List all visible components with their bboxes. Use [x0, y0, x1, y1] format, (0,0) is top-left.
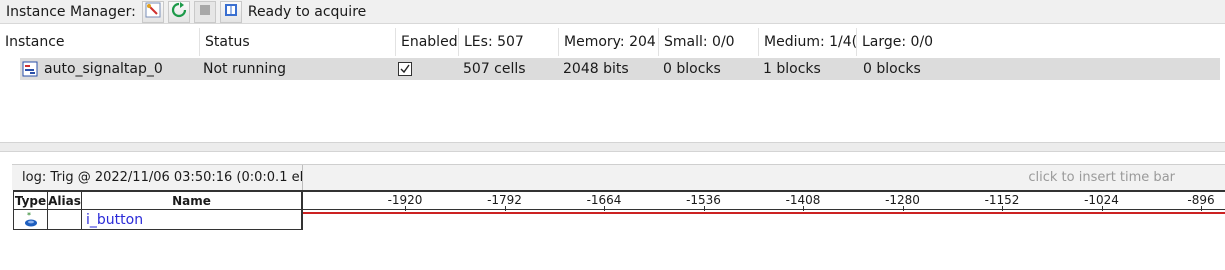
- ruler-tick-label: -1280: [885, 193, 920, 207]
- waveform-lane[interactable]: [303, 210, 1225, 230]
- header-type[interactable]: Type: [13, 192, 48, 210]
- instance-manager-label: Instance Manager:: [6, 3, 136, 20]
- small-value: 0 blocks: [663, 61, 721, 77]
- signal-alias-cell: [48, 210, 82, 229]
- ruler-tick-label: -896: [1187, 193, 1215, 207]
- instance-icon: [22, 61, 38, 77]
- instance-status: Not running: [203, 61, 287, 77]
- acquisition-status: Ready to acquire: [247, 3, 367, 20]
- ruler-tick-label: -1408: [785, 193, 821, 207]
- enabled-checkbox[interactable]: [398, 62, 412, 76]
- memory-value: 2048 bits: [563, 61, 629, 77]
- instance-row[interactable]: auto_signaltap_0 Not running 507 cells 2…: [20, 58, 1220, 80]
- time-ruler[interactable]: -1920 -1792 -1664 -1536 -1408 -1280 -1152 -1024…: [303, 190, 1225, 211]
- time-bar-hint[interactable]: click to insert time bar: [1028, 170, 1175, 185]
- signal-type-cell: *: [13, 210, 48, 229]
- instance-manager-toolbar: Instance Manager: Ready to acquire: [0, 0, 1225, 24]
- instance-table-header: Instance Status Enabled LEs: 507 Memory:…: [0, 28, 1225, 56]
- ruler-tick-label: -1152: [984, 193, 1020, 207]
- column-large[interactable]: Large: 0/0: [857, 28, 1057, 56]
- instance-name: auto_signaltap_0: [44, 61, 163, 77]
- book-icon: [223, 2, 239, 22]
- column-instance[interactable]: Instance: [0, 28, 200, 56]
- checkmark-icon: [400, 64, 410, 74]
- instance-cell[interactable]: auto_signaltap_0: [20, 58, 200, 80]
- refresh-icon: [171, 1, 187, 22]
- signal-waveform-low: [303, 212, 1225, 214]
- column-status[interactable]: Status: [200, 28, 396, 56]
- column-medium[interactable]: Medium: 1/4(: [759, 28, 857, 56]
- wand-icon: [145, 2, 161, 22]
- signal-grid-header: Type Alias Name: [13, 190, 303, 210]
- stop-button[interactable]: [193, 0, 216, 23]
- enabled-cell: [396, 58, 459, 80]
- ruler-tick-label: -1920: [387, 193, 423, 207]
- header-alias[interactable]: Alias: [48, 192, 82, 210]
- column-enabled[interactable]: Enabled: [396, 28, 459, 56]
- ruler-tick-label: -1536: [686, 193, 721, 207]
- medium-value: 1 blocks: [763, 61, 821, 77]
- signal-name[interactable]: i_button: [82, 210, 303, 229]
- input-pin-icon: *: [23, 211, 39, 231]
- svg-text:*: *: [27, 211, 31, 220]
- column-les[interactable]: LEs: 507: [459, 28, 559, 56]
- ruler-tick-label: -1792: [487, 193, 522, 207]
- log-separator: [302, 165, 303, 191]
- read-data-button[interactable]: [219, 0, 242, 23]
- ruler-tick-label: -1664: [586, 193, 622, 207]
- stop-icon: [198, 3, 212, 21]
- column-memory[interactable]: Memory: 204: [559, 28, 659, 56]
- ruler-tick-label: -1024: [1084, 193, 1119, 207]
- run-button[interactable]: [167, 0, 190, 23]
- header-name[interactable]: Name: [82, 192, 303, 210]
- log-bar: log: Trig @ 2022/11/06 03:50:16 (0:0:0.1…: [12, 164, 1225, 191]
- signal-row[interactable]: * i_button: [13, 210, 303, 230]
- trigger-log[interactable]: log: Trig @ 2022/11/06 03:50:16 (0:0:0.1…: [22, 170, 302, 185]
- les-value: 507 cells: [463, 61, 526, 77]
- pane-splitter[interactable]: [0, 142, 1225, 152]
- setup-button[interactable]: [141, 0, 164, 23]
- large-value: 0 blocks: [863, 61, 921, 77]
- column-small[interactable]: Small: 0/0: [659, 28, 759, 56]
